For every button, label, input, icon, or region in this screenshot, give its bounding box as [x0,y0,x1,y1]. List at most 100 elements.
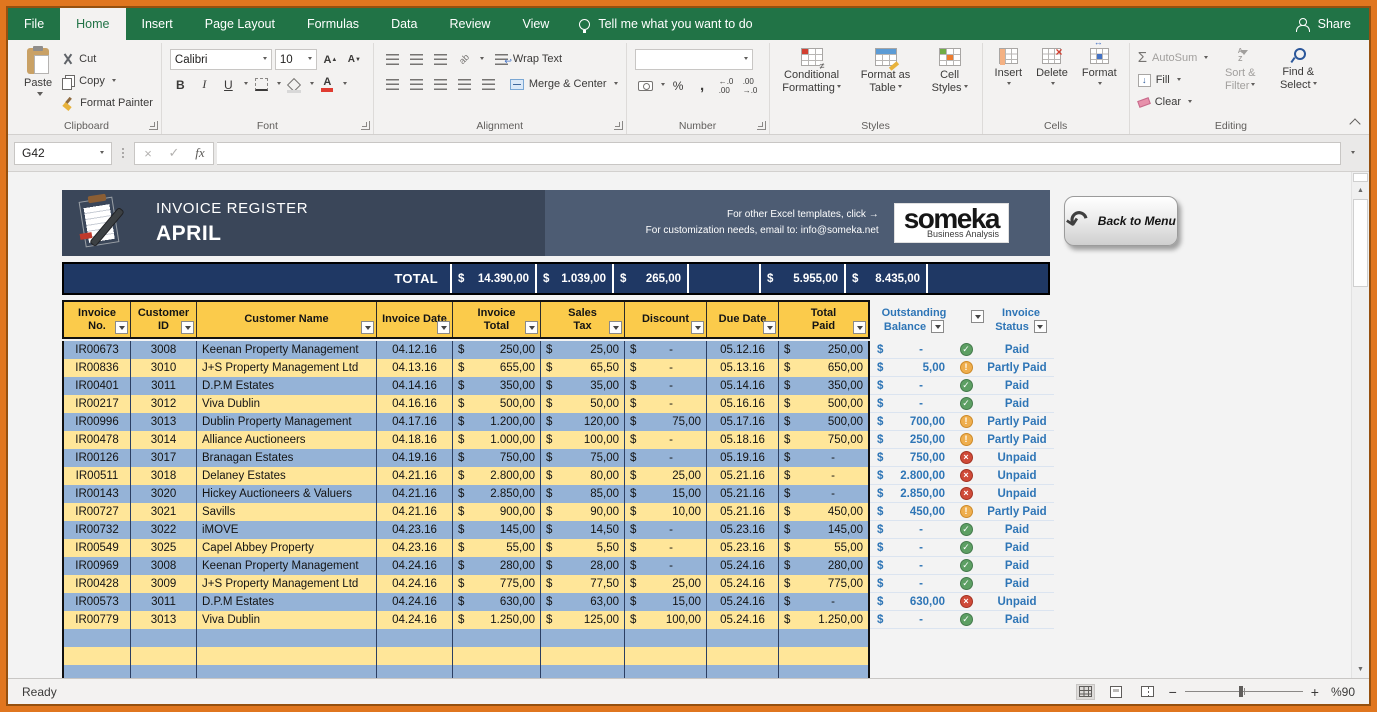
tab-insert[interactable]: Insert [126,8,189,40]
invoice-status-cell[interactable]: Unpaid [980,452,1054,464]
money-cell[interactable]: $350,00 [452,377,540,395]
worksheet[interactable]: INVOICE REGISTER APRIL For other Excel t… [8,172,1369,678]
empty-cell[interactable] [130,665,196,678]
increase-font-button[interactable]: A▲ [320,50,341,69]
align-center-button[interactable] [406,75,427,94]
column-header-sales-tax[interactable]: SalesTax [540,302,624,337]
templates-link[interactable]: For other Excel templates, click → [646,207,879,223]
due-date-cell[interactable]: 05.16.16 [706,395,778,413]
invoice-no-cell[interactable]: IR00732 [64,521,130,539]
column-header-invoicedate[interactable]: Invoice Date [376,302,452,337]
customer-name-cell[interactable]: Keenan Property Management [196,341,376,359]
money-cell[interactable]: $250,00 [452,341,540,359]
customer-id-cell[interactable]: 3009 [130,575,196,593]
invoice-no-cell[interactable]: IR00836 [64,359,130,377]
money-cell[interactable]: $- [624,449,706,467]
borders-button[interactable] [251,75,272,94]
money-cell[interactable]: $- [624,539,706,557]
font-dialog-launcher[interactable] [361,121,370,130]
status-icon-cell[interactable]: ! [952,433,980,446]
money-cell[interactable]: $750,00 [452,449,540,467]
align-bottom-button[interactable] [430,50,451,69]
invoice-status-cell[interactable]: Partly Paid [980,506,1054,518]
filter-button[interactable] [691,321,704,334]
money-cell[interactable]: $65,50 [540,359,624,377]
invoice-date-cell[interactable]: 04.13.16 [376,359,452,377]
tab-formulas[interactable]: Formulas [291,8,375,40]
due-date-cell[interactable]: 05.24.16 [706,611,778,629]
empty-cell[interactable] [376,647,452,665]
invoice-status-cell[interactable]: Unpaid [980,596,1054,608]
customer-name-cell[interactable]: J+S Property Management Ltd [196,575,376,593]
money-cell[interactable]: $63,00 [540,593,624,611]
money-cell[interactable]: $250,00 [778,341,868,359]
customer-name-cell[interactable]: D.P.M Estates [196,593,376,611]
wrap-text-button[interactable]: ↩Wrap Text [495,49,562,69]
zoom-slider-thumb[interactable] [1239,686,1243,697]
decrease-font-button[interactable]: A▼ [344,50,365,69]
empty-cell[interactable] [624,647,706,665]
scroll-up-arrow[interactable]: ▲ [1352,183,1369,198]
format-as-table-button[interactable]: Format as Table [852,45,920,94]
money-cell[interactable]: $28,00 [540,557,624,575]
outstanding-balance-cell[interactable]: $700,00 [870,416,952,428]
invoice-date-cell[interactable]: 04.23.16 [376,539,452,557]
underline-button[interactable]: U [218,75,239,94]
money-cell[interactable]: $145,00 [452,521,540,539]
invoice-date-cell[interactable]: 04.19.16 [376,449,452,467]
page-break-view-button[interactable] [1138,684,1157,700]
money-cell[interactable]: $5,50 [540,539,624,557]
empty-cell[interactable] [778,647,868,665]
empty-cell[interactable] [624,629,706,647]
delete-cells-button[interactable]: Delete [1032,45,1072,87]
increase-indent-button[interactable] [478,75,499,94]
empty-cell[interactable] [778,665,868,678]
customer-name-cell[interactable]: Savills [196,503,376,521]
invoice-status-cell[interactable]: Partly Paid [980,362,1054,374]
tab-page-layout[interactable]: Page Layout [189,8,291,40]
status-icon-cell[interactable]: ! [952,415,980,428]
empty-cell[interactable] [130,629,196,647]
money-cell[interactable]: $15,00 [624,485,706,503]
outstanding-balance-cell[interactable]: $- [870,614,952,626]
money-cell[interactable]: $50,00 [540,395,624,413]
column-header-discount[interactable]: Discount [624,302,706,337]
invoice-date-cell[interactable]: 04.21.16 [376,503,452,521]
fill-button[interactable]: ↓Fill [1138,70,1209,90]
customer-name-cell[interactable]: Keenan Property Management [196,557,376,575]
due-date-cell[interactable]: 05.17.16 [706,413,778,431]
invoice-status-cell[interactable]: Paid [980,398,1054,410]
status-icon-cell[interactable]: ! [952,361,980,374]
invoice-no-cell[interactable]: IR00217 [64,395,130,413]
outstanding-balance-cell[interactable]: $- [870,578,952,590]
invoice-no-cell[interactable]: IR00511 [64,467,130,485]
money-cell[interactable]: $280,00 [778,557,868,575]
customer-id-cell[interactable]: 3013 [130,413,196,431]
money-cell[interactable]: $750,00 [778,431,868,449]
money-cell[interactable]: $- [624,431,706,449]
customer-id-cell[interactable]: 3011 [130,377,196,395]
invoice-status-cell[interactable]: Unpaid [980,488,1054,500]
invoice-no-cell[interactable]: IR00401 [64,377,130,395]
money-cell[interactable]: $500,00 [452,395,540,413]
filter-button[interactable] [181,321,194,334]
customer-name-cell[interactable]: Hickey Auctioneers & Valuers [196,485,376,503]
money-cell[interactable]: $500,00 [778,413,868,431]
customer-id-cell[interactable]: 3020 [130,485,196,503]
empty-cell[interactable] [196,629,376,647]
format-cells-button[interactable]: Format [1078,45,1121,87]
customer-id-cell[interactable]: 3012 [130,395,196,413]
invoice-status-cell[interactable]: Partly Paid [980,434,1054,446]
invoice-status-cell[interactable]: Paid [980,344,1054,356]
empty-cell[interactable] [540,665,624,678]
empty-cell[interactable] [706,629,778,647]
invoice-date-cell[interactable]: 04.18.16 [376,431,452,449]
filter-button[interactable] [361,321,374,334]
clipboard-dialog-launcher[interactable] [149,121,158,130]
invoice-no-cell[interactable]: IR00549 [64,539,130,557]
money-cell[interactable]: $- [778,485,868,503]
status-icon-cell[interactable]: ✓ [952,523,980,536]
customer-name-cell[interactable]: Dublin Property Management [196,413,376,431]
zoom-level[interactable]: %90 [1331,685,1355,699]
money-cell[interactable]: $77,50 [540,575,624,593]
